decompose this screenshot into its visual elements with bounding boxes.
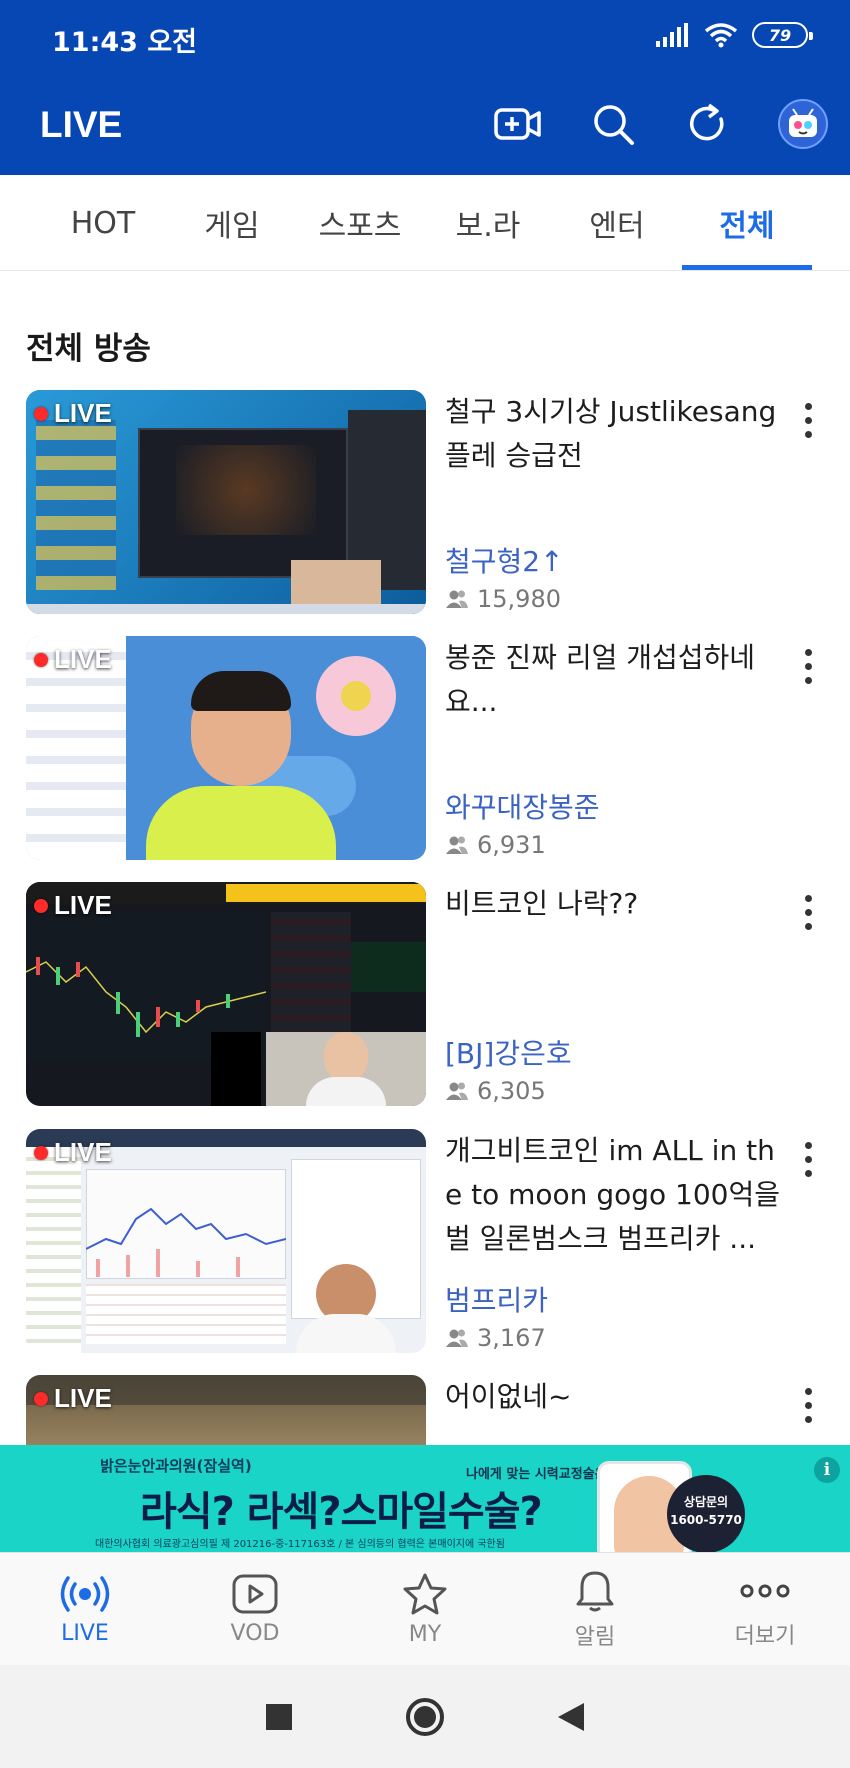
more-options-button[interactable] (790, 890, 826, 934)
more-options-button[interactable] (790, 1383, 826, 1427)
broadcast-thumbnail[interactable]: LIVE (26, 882, 426, 1106)
home-icon[interactable] (404, 1696, 446, 1738)
section-title: 전체 방송 (26, 331, 151, 367)
tab-all[interactable]: 전체 (682, 175, 812, 271)
viewers-icon (446, 836, 468, 854)
nav-my[interactable]: MY (340, 1553, 510, 1666)
live-badge: LIVE (34, 1137, 112, 1168)
broadcast-item[interactable]: LIVE 철구 3시기상 Justlikesang 플레 승급전 철구형2↑ 1… (0, 390, 850, 614)
live-badge: LIVE (34, 890, 112, 921)
broadcast-title[interactable]: 개그비트코인 im ALL in the to moon gogo 100억을 … (445, 1129, 780, 1261)
ad-clinic-name: 밝은눈안과의원(잠실역) (100, 1457, 252, 1475)
refresh-icon (689, 103, 723, 140)
channel-name[interactable]: 범프리카 (445, 1279, 548, 1319)
live-dot (34, 1145, 48, 1160)
app-title: LIVE (40, 104, 123, 145)
ad-consult-badge: 상담문의 1600-5770 (667, 1475, 745, 1552)
status-icons: 79 (656, 22, 813, 48)
status-time: 11:43 오전 (52, 27, 198, 58)
active-tab-indicator (682, 265, 812, 270)
star-icon (403, 1573, 447, 1615)
nav-live[interactable]: LIVE (0, 1553, 170, 1666)
bell-icon (576, 1571, 614, 1611)
viewers-icon (446, 1082, 468, 1100)
ad-info-icon[interactable]: i (814, 1457, 840, 1483)
more-options-button[interactable] (790, 398, 826, 442)
channel-name[interactable]: [BJ]강은호 (445, 1032, 572, 1072)
battery-indicator: 79 (752, 22, 813, 48)
tab-sports[interactable]: 스포츠 (296, 175, 424, 271)
category-tabs: HOT 게임 스포츠 보.라 엔터 전체 (0, 175, 850, 271)
add-video-icon (493, 107, 541, 140)
app-bar: LIVE (0, 72, 850, 175)
broadcast-title[interactable]: 비트코인 나락?? (445, 882, 780, 926)
avatar (777, 98, 828, 149)
broadcast-title[interactable]: 철구 3시기상 Justlikesang 플레 승급전 (445, 390, 780, 478)
viewer-count: 6,931 (445, 831, 546, 859)
broadcast-thumbnail[interactable]: LIVE (26, 1375, 426, 1445)
nav-vod[interactable]: VOD (170, 1553, 340, 1666)
live-dot (34, 1391, 48, 1406)
viewer-count: 3,167 (445, 1324, 546, 1352)
channel-name[interactable]: 철구형2↑ (445, 540, 564, 580)
recent-apps-icon[interactable] (264, 1702, 294, 1732)
search-button[interactable] (565, 72, 660, 175)
channel-name[interactable]: 와꾸대장봉준 (445, 786, 600, 826)
ad-tagline: 나에게 맞는 시력교정술은? (466, 1467, 615, 1482)
viewers-icon (446, 1329, 468, 1347)
tab-game[interactable]: 게임 (168, 175, 296, 271)
broadcast-title[interactable]: 어이없네~ (445, 1375, 780, 1419)
refresh-button[interactable] (660, 72, 755, 175)
broadcast-title[interactable]: 봉준 진짜 리얼 개섭섭하네요... (445, 636, 780, 724)
line-chart-icon (86, 1207, 286, 1277)
signal-icon (656, 23, 688, 47)
live-badge: LIVE (34, 398, 112, 429)
live-broadcast-icon (60, 1576, 110, 1612)
live-badge: LIVE (34, 1383, 112, 1414)
broadcast-thumbnail[interactable]: LIVE (26, 390, 426, 614)
start-broadcast-button[interactable] (470, 72, 565, 175)
system-nav-bar (0, 1665, 850, 1768)
tab-hot[interactable]: HOT (38, 175, 168, 271)
viewer-count: 6,305 (445, 1077, 546, 1105)
status-bar: 11:43 오전 79 (0, 0, 850, 72)
more-dots-icon (740, 1584, 790, 1597)
broadcast-item[interactable]: LIVE 어이없네~ (0, 1375, 850, 1445)
broadcast-thumbnail[interactable]: LIVE (26, 1129, 426, 1353)
live-dot (34, 652, 48, 667)
viewers-icon (446, 590, 468, 608)
tv-character-icon (788, 107, 817, 137)
play-video-icon (232, 1574, 278, 1614)
nav-more[interactable]: 더보기 (680, 1553, 850, 1666)
ad-banner[interactable]: 밝은눈안과의원(잠실역) 라식? 라섹?스마일수술? 나에게 맞는 시력교정술은… (0, 1445, 850, 1552)
ad-headline: 라식? 라섹?스마일수술? (140, 1489, 543, 1535)
bottom-nav: LIVE VOD MY 알림 더보기 (0, 1552, 850, 1665)
tab-bora[interactable]: 보.라 (424, 175, 552, 271)
broadcast-item[interactable]: LIVE 개그비트코인 im ALL in the to moon gogo 1… (0, 1129, 850, 1353)
more-options-button[interactable] (790, 644, 826, 688)
live-dot (34, 406, 48, 421)
nav-notifications[interactable]: 알림 (510, 1553, 680, 1666)
broadcast-item[interactable]: LIVE 비트코인 나락?? [BJ]강은호 6,305 (0, 882, 850, 1106)
app-actions (470, 72, 850, 175)
broadcast-item[interactable]: LIVE 봉준 진짜 리얼 개섭섭하네요... 와꾸대장봉준 6,931 (0, 636, 850, 860)
more-options-button[interactable] (790, 1137, 826, 1181)
profile-button[interactable] (755, 72, 850, 175)
ad-fine-print: 대한의사협회 의료광고심의필 제 201216-중-117163호 / 본 심의… (95, 1539, 505, 1550)
back-icon[interactable] (556, 1701, 586, 1733)
viewer-count: 15,980 (445, 585, 561, 613)
tab-enter[interactable]: 엔터 (552, 175, 682, 271)
live-badge: LIVE (34, 644, 112, 675)
search-icon (593, 104, 634, 145)
wifi-icon (704, 23, 738, 48)
live-dot (34, 898, 48, 913)
broadcast-thumbnail[interactable]: LIVE (26, 636, 426, 860)
